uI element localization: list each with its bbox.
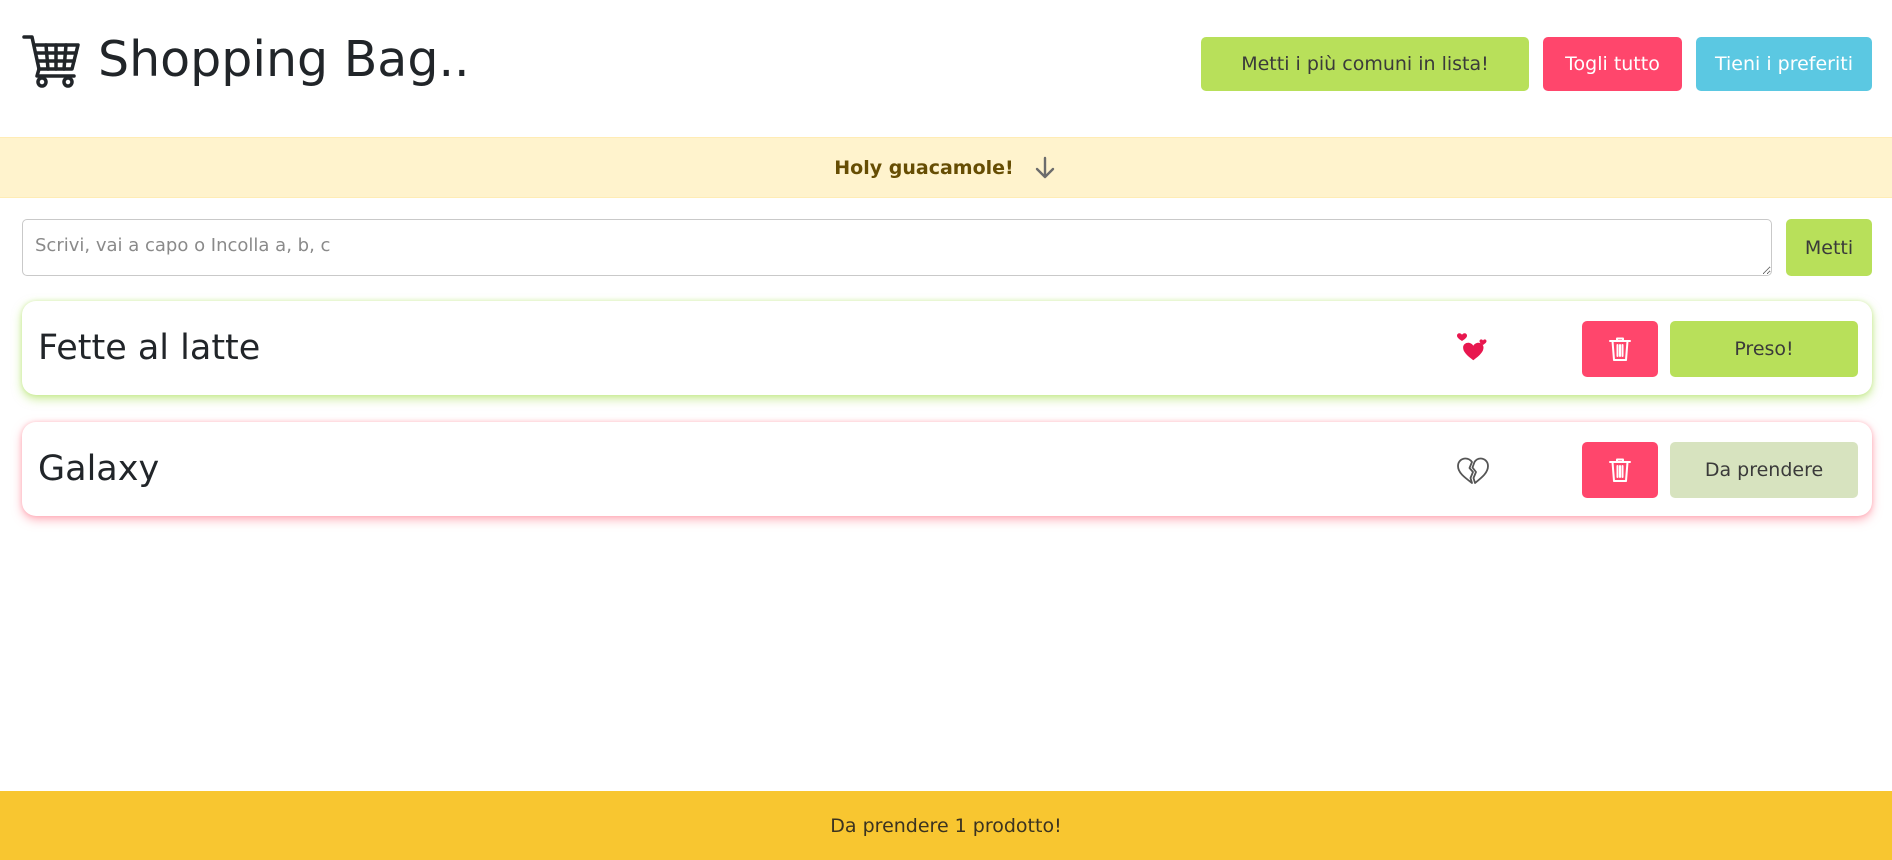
trash-icon: [1609, 458, 1631, 482]
keep-favorites-button[interactable]: Tieni i preferiti: [1696, 37, 1872, 91]
item-name: Galaxy: [38, 449, 160, 489]
header: Shopping Bag.. Metti i più comuni in lis…: [0, 0, 1892, 136]
item-input[interactable]: [22, 219, 1772, 276]
alert-text: Holy guacamole!: [834, 156, 1014, 179]
list-item: Fette al latte Preso!: [22, 301, 1872, 395]
delete-button[interactable]: [1582, 321, 1658, 377]
list-item: Galaxy Da prendere: [22, 422, 1872, 516]
broken-heart-icon[interactable]: [1455, 452, 1491, 488]
hearts-icon[interactable]: [1455, 331, 1491, 367]
trash-icon: [1609, 337, 1631, 361]
add-common-items-button[interactable]: Metti i più comuni in lista!: [1201, 37, 1529, 91]
arrow-down-icon: [1035, 156, 1054, 178]
footer-bar: Da prendere 1 prodotto!: [0, 791, 1892, 860]
clear-all-button[interactable]: Togli tutto: [1543, 37, 1682, 91]
add-item-row: Metti: [22, 219, 1872, 276]
delete-button[interactable]: [1582, 442, 1658, 498]
status-button[interactable]: Da prendere: [1670, 442, 1858, 498]
status-button[interactable]: Preso!: [1670, 321, 1858, 377]
brand: Shopping Bag..: [22, 24, 470, 94]
add-item-button[interactable]: Metti: [1786, 219, 1872, 276]
alert-banner: Holy guacamole!: [0, 137, 1892, 198]
remaining-count-text: Da prendere 1 prodotto!: [830, 814, 1062, 837]
shopping-cart-icon: [22, 35, 80, 88]
item-name: Fette al latte: [38, 328, 261, 368]
app-title: Shopping Bag..: [98, 30, 470, 88]
